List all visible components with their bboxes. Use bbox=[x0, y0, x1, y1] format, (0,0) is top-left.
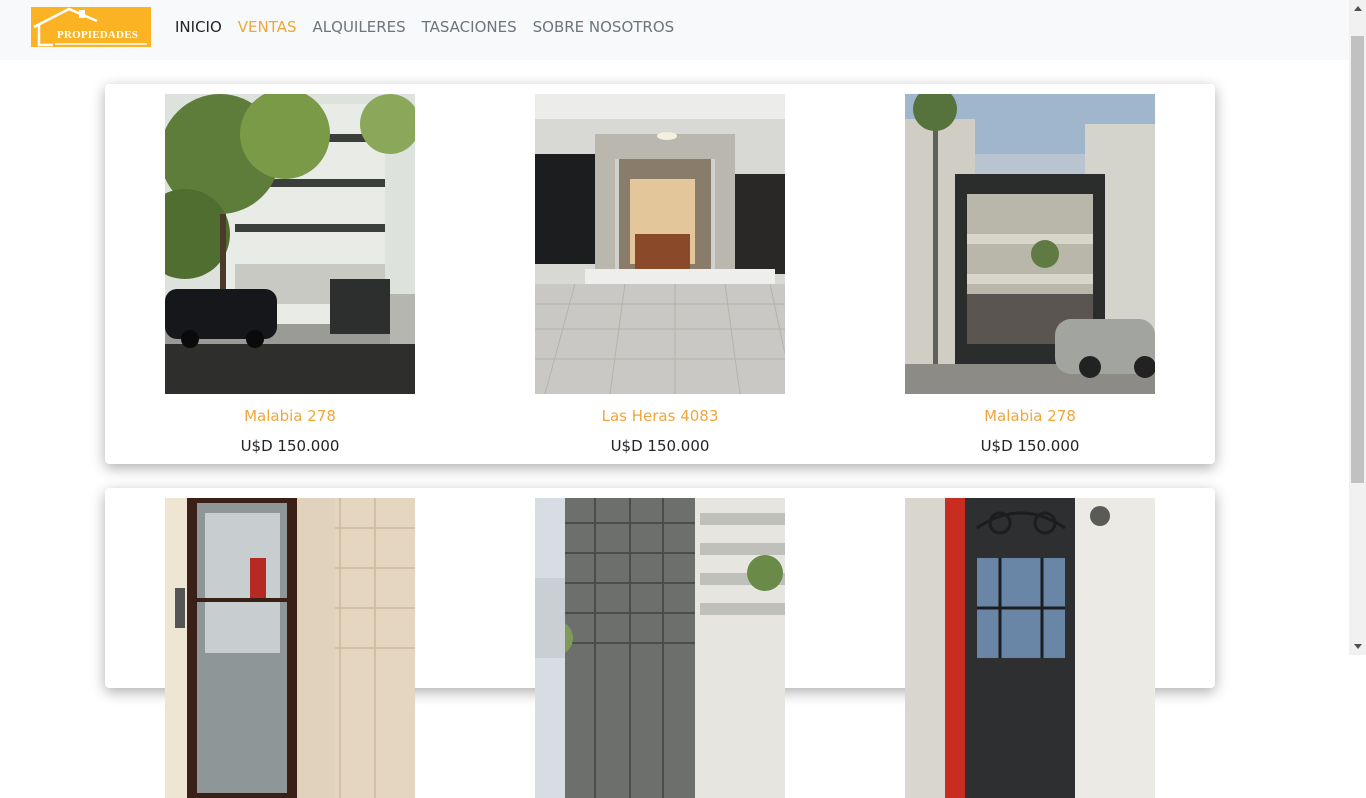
arrow-down-icon bbox=[1354, 644, 1362, 649]
listing-title[interactable]: Las Heras 4083 bbox=[535, 407, 785, 425]
listing-card[interactable] bbox=[905, 498, 1155, 798]
modern-facade-photo bbox=[905, 94, 1155, 394]
listing-price: U$D 150.000 bbox=[610, 437, 710, 455]
property-photo[interactable] bbox=[535, 94, 785, 394]
listing-card[interactable]: Malabia 278 U$D 150.000 bbox=[165, 94, 415, 455]
listing-price: U$D 150.000 bbox=[240, 437, 340, 455]
house-logo-icon bbox=[33, 7, 147, 47]
main-nav: INICIO VENTAS ALQUILERES TASACIONES SOBR… bbox=[175, 17, 674, 37]
building-with-trees-photo bbox=[165, 94, 415, 394]
property-photo[interactable] bbox=[905, 498, 1155, 798]
property-photo[interactable] bbox=[165, 498, 415, 798]
listing-card[interactable] bbox=[535, 498, 785, 798]
listings-card-row-1: Malabia 278 U$D 150.000 Las Heras 4083 U… bbox=[105, 84, 1215, 464]
scrollbar-thumb[interactable] bbox=[1351, 36, 1364, 483]
listing-card[interactable]: Malabia 278 U$D 150.000 bbox=[905, 94, 1155, 455]
logo-text: PROPIEDADES bbox=[57, 29, 139, 41]
nav-ventas[interactable]: VENTAS bbox=[238, 17, 297, 37]
ornate-iron-gate-photo bbox=[905, 498, 1155, 798]
arrow-up-icon bbox=[1354, 6, 1362, 11]
navbar: PROPIEDADES INICIO VENTAS ALQUILERES TAS… bbox=[0, 0, 1349, 60]
nav-alquileres[interactable]: ALQUILERES bbox=[313, 17, 406, 37]
listing-title[interactable]: Malabia 278 bbox=[165, 407, 415, 425]
nav-inicio[interactable]: INICIO bbox=[175, 17, 222, 37]
listing-card[interactable]: Las Heras 4083 U$D 150.000 bbox=[535, 94, 785, 455]
nav-tasaciones[interactable]: TASACIONES bbox=[422, 17, 517, 37]
brand-logo[interactable]: PROPIEDADES bbox=[31, 7, 151, 47]
interior-glass-door-photo bbox=[165, 498, 415, 798]
building-entrance-photo bbox=[535, 94, 785, 394]
scroll-up-button[interactable] bbox=[1349, 0, 1366, 17]
glass-tower-photo bbox=[535, 498, 785, 798]
property-photo[interactable] bbox=[905, 94, 1155, 394]
scroll-down-button[interactable] bbox=[1349, 638, 1366, 655]
listing-price: U$D 150.000 bbox=[980, 437, 1080, 455]
vertical-scrollbar[interactable] bbox=[1349, 0, 1366, 655]
listings-card-row-2 bbox=[105, 488, 1215, 798]
property-photo[interactable] bbox=[535, 498, 785, 798]
listing-title[interactable]: Malabia 278 bbox=[905, 407, 1155, 425]
nav-sobre-nosotros[interactable]: SOBRE NOSOTROS bbox=[533, 17, 675, 37]
listing-card[interactable] bbox=[165, 498, 415, 798]
property-photo[interactable] bbox=[165, 94, 415, 394]
